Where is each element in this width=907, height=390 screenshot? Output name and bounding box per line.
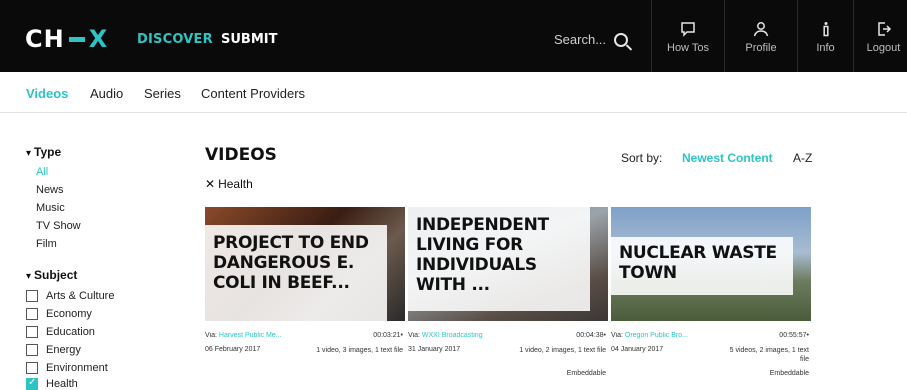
nav-submit[interactable]: SUBMIT xyxy=(221,32,277,47)
search-input[interactable]: Search... xyxy=(554,32,606,47)
video-card[interactable]: INDEPENDENT LIVING FOR INDIVIDUALS WITH … xyxy=(408,207,608,382)
checkbox[interactable] xyxy=(26,308,38,320)
sort-newest-button[interactable]: Newest Content xyxy=(682,151,773,165)
tab-audio[interactable]: Audio xyxy=(90,86,123,101)
search-icon[interactable] xyxy=(614,32,629,47)
page-title: VIDEOS xyxy=(205,145,277,165)
subject-economy[interactable]: Economy xyxy=(26,308,92,320)
video-thumbnail[interactable]: PROJECT TO END DANGEROUS E. COLI IN BEEF… xyxy=(205,207,405,321)
checkbox[interactable] xyxy=(26,344,38,356)
type-item-all[interactable]: All xyxy=(36,166,48,178)
top-navbar: CH X DISCOVER SUBMIT Search... How Tos P… xyxy=(0,0,907,72)
video-title[interactable]: INDEPENDENT LIVING FOR INDIVIDUALS WITH … xyxy=(408,207,590,311)
tab-content-providers[interactable]: Content Providers xyxy=(201,86,305,101)
logout-label: Logout xyxy=(866,42,901,54)
sort-az-button[interactable]: A-Z xyxy=(793,151,812,165)
embeddable-label: Embeddable xyxy=(566,370,606,377)
person-icon xyxy=(725,21,797,37)
content-tabs: Videos Audio Series Content Providers xyxy=(0,72,907,113)
via-label: Via: xyxy=(611,332,623,339)
embeddable-label: Embeddable xyxy=(769,370,809,377)
subject-health[interactable]: Health xyxy=(26,377,78,390)
type-item-music[interactable]: Music xyxy=(36,202,65,214)
profile-label: Profile xyxy=(745,42,777,54)
checkbox[interactable] xyxy=(26,362,38,374)
checkbox-label: Arts & Culture xyxy=(46,290,115,302)
how-tos-button[interactable]: How Tos xyxy=(651,0,724,72)
close-icon[interactable]: ✕ xyxy=(205,177,215,191)
subject-education[interactable]: Education xyxy=(26,326,95,338)
type-item-news[interactable]: News xyxy=(36,184,64,196)
sort-label: Sort by: xyxy=(621,151,663,165)
video-date: 31 January 2017 xyxy=(408,346,461,353)
video-thumbnail[interactable]: NUCLEAR WASTE TOWN xyxy=(611,207,811,321)
chat-bubble-icon xyxy=(652,21,724,37)
tab-videos[interactable]: Videos xyxy=(26,86,68,101)
video-card[interactable]: NUCLEAR WASTE TOWN Via: Oregon Public Br… xyxy=(611,207,811,382)
logo-dash xyxy=(68,36,85,42)
checkbox-checked[interactable] xyxy=(26,377,38,390)
checkbox-label: Environment xyxy=(46,362,108,374)
how-tos-label: How Tos xyxy=(667,42,709,54)
video-date: 06 February 2017 xyxy=(205,346,261,353)
checkbox[interactable] xyxy=(26,326,38,338)
video-card[interactable]: PROJECT TO END DANGEROUS E. COLI IN BEEF… xyxy=(205,207,405,382)
subject-arts-culture[interactable]: Arts & Culture xyxy=(26,290,114,302)
type-filter-heading[interactable]: Type xyxy=(26,145,61,159)
video-title[interactable]: PROJECT TO END DANGEROUS E. COLI IN BEEF… xyxy=(205,225,387,321)
type-item-film[interactable]: Film xyxy=(36,238,57,250)
video-thumbnail[interactable]: INDEPENDENT LIVING FOR INDIVIDUALS WITH … xyxy=(408,207,608,321)
active-filter-chip[interactable]: ✕ Health xyxy=(205,177,253,191)
via-label: Via: xyxy=(205,332,217,339)
filter-chip-label: Health xyxy=(218,177,253,191)
logo-text-left: CH xyxy=(25,25,65,53)
source-link[interactable]: Harvest Public Me... xyxy=(219,332,282,339)
info-icon xyxy=(798,21,853,37)
checkbox-label: Economy xyxy=(46,308,92,320)
nav-discover[interactable]: DISCOVER xyxy=(137,32,213,47)
subject-filter-heading[interactable]: Subject xyxy=(26,268,77,282)
logout-button[interactable]: Logout xyxy=(853,0,907,72)
video-source: Via: Oregon Public Bro... xyxy=(611,332,721,339)
checkbox[interactable] xyxy=(26,290,38,302)
video-file-count: 1 video, 3 images, 1 text file xyxy=(316,347,403,354)
info-button[interactable]: Info xyxy=(797,0,853,72)
tab-series[interactable]: Series xyxy=(144,86,181,101)
video-source: Via: WXXI Broadcasting xyxy=(408,332,518,339)
type-item-tv-show[interactable]: TV Show xyxy=(36,220,81,232)
checkbox-label: Education xyxy=(46,326,95,338)
subject-energy[interactable]: Energy xyxy=(26,344,81,356)
video-title[interactable]: NUCLEAR WASTE TOWN xyxy=(611,237,793,295)
video-date: 04 January 2017 xyxy=(611,346,664,353)
video-file-count: 1 video, 2 images, 1 text file xyxy=(519,347,606,354)
video-file-count: 5 videos, 2 images, 1 text file xyxy=(729,347,809,363)
info-label: Info xyxy=(816,42,835,54)
source-link[interactable]: Oregon Public Bro... xyxy=(625,332,688,339)
video-source: Via: Harvest Public Me... xyxy=(205,332,315,339)
logo[interactable]: CH X xyxy=(25,25,108,53)
video-duration: 00:03:21• xyxy=(373,332,403,339)
subject-environment[interactable]: Environment xyxy=(26,362,108,374)
checkbox-label: Health xyxy=(46,378,78,390)
checkbox-label: Energy xyxy=(46,344,81,356)
via-label: Via: xyxy=(408,332,420,339)
profile-button[interactable]: Profile xyxy=(724,0,797,72)
video-duration: 00:55:57• xyxy=(779,332,809,339)
source-link[interactable]: WXXI Broadcasting xyxy=(422,332,483,339)
logo-text-right: X xyxy=(88,25,109,53)
logout-icon xyxy=(854,21,907,37)
video-duration: 00:04:38• xyxy=(576,332,606,339)
search-bar[interactable]: Search... xyxy=(554,32,629,47)
